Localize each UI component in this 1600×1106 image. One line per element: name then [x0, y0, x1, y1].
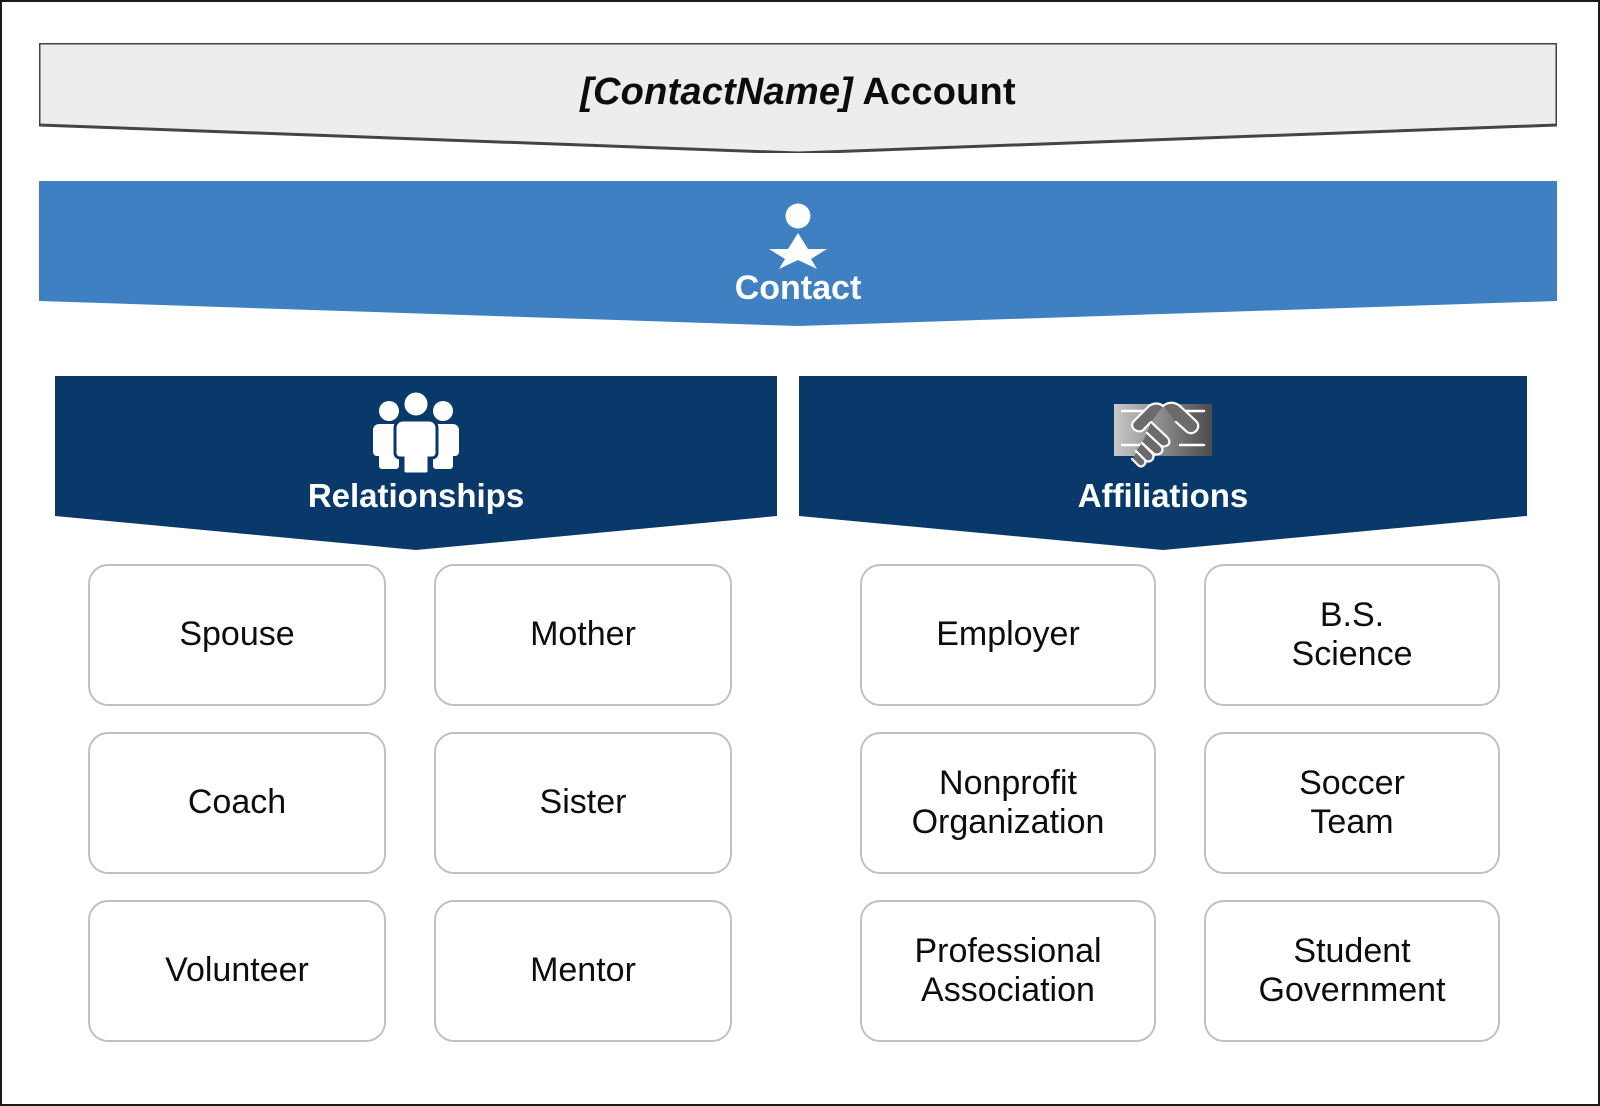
account-suffix: Account — [853, 71, 1016, 113]
handshake-icon-wrap — [1108, 390, 1218, 474]
card-label: Spouse — [179, 615, 295, 654]
card-row: Professional Association Student Governm… — [860, 900, 1500, 1042]
affiliation-card[interactable]: Employer — [860, 564, 1156, 706]
branch-header-affiliations: Affiliations — [799, 376, 1527, 550]
affiliation-card[interactable]: Soccer Team — [1204, 732, 1500, 874]
diagram-canvas: [ContactName] Account Contact Relationsh… — [0, 0, 1600, 1106]
relationship-card[interactable]: Coach — [88, 732, 386, 874]
relationship-card[interactable]: Mentor — [434, 900, 732, 1042]
card-label: Student Government — [1258, 931, 1446, 1009]
relationships-card-grid: Spouse Mother Coach Sister Volunteer Men… — [88, 564, 732, 1042]
relationship-card[interactable]: Spouse — [88, 564, 386, 706]
contact-name-placeholder: [ContactName] — [580, 71, 854, 113]
handshake-icon — [1120, 401, 1206, 468]
card-label: B.S. Science — [1291, 595, 1413, 673]
card-label: Employer — [936, 615, 1080, 654]
card-label: Sister — [539, 783, 627, 822]
contact-band-label: Contact — [734, 269, 862, 307]
card-row: Nonprofit Organization Soccer Team — [860, 732, 1500, 874]
card-label: Nonprofit Organization — [911, 763, 1105, 841]
account-banner: [ContactName] Account — [39, 43, 1557, 153]
affiliation-card[interactable]: B.S. Science — [1204, 564, 1500, 706]
card-label: Professional Association — [914, 931, 1102, 1009]
account-banner-label: [ContactName] Account — [39, 71, 1557, 114]
card-label: Mentor — [530, 951, 636, 990]
people-group-icon — [373, 390, 459, 474]
affiliation-card[interactable]: Professional Association — [860, 900, 1156, 1042]
relationships-label: Relationships — [307, 477, 525, 514]
affiliations-label: Affiliations — [1077, 477, 1249, 514]
branch-header-relationships: Relationships — [55, 376, 777, 550]
card-row: Volunteer Mentor — [88, 900, 732, 1042]
affiliation-card[interactable]: Student Government — [1204, 900, 1500, 1042]
card-label: Mother — [530, 615, 636, 654]
person-icon — [769, 203, 827, 269]
card-row: Spouse Mother — [88, 564, 732, 706]
card-label: Soccer Team — [1299, 763, 1405, 841]
contact-band: Contact — [39, 181, 1557, 326]
relationship-card[interactable]: Mother — [434, 564, 732, 706]
relationship-card[interactable]: Volunteer — [88, 900, 386, 1042]
card-row: Employer B.S. Science — [860, 564, 1500, 706]
card-row: Coach Sister — [88, 732, 732, 874]
card-label: Volunteer — [165, 951, 309, 990]
affiliation-card[interactable]: Nonprofit Organization — [860, 732, 1156, 874]
card-label: Coach — [187, 783, 287, 822]
relationship-card[interactable]: Sister — [434, 732, 732, 874]
affiliations-card-grid: Employer B.S. Science Nonprofit Organiza… — [860, 564, 1500, 1042]
